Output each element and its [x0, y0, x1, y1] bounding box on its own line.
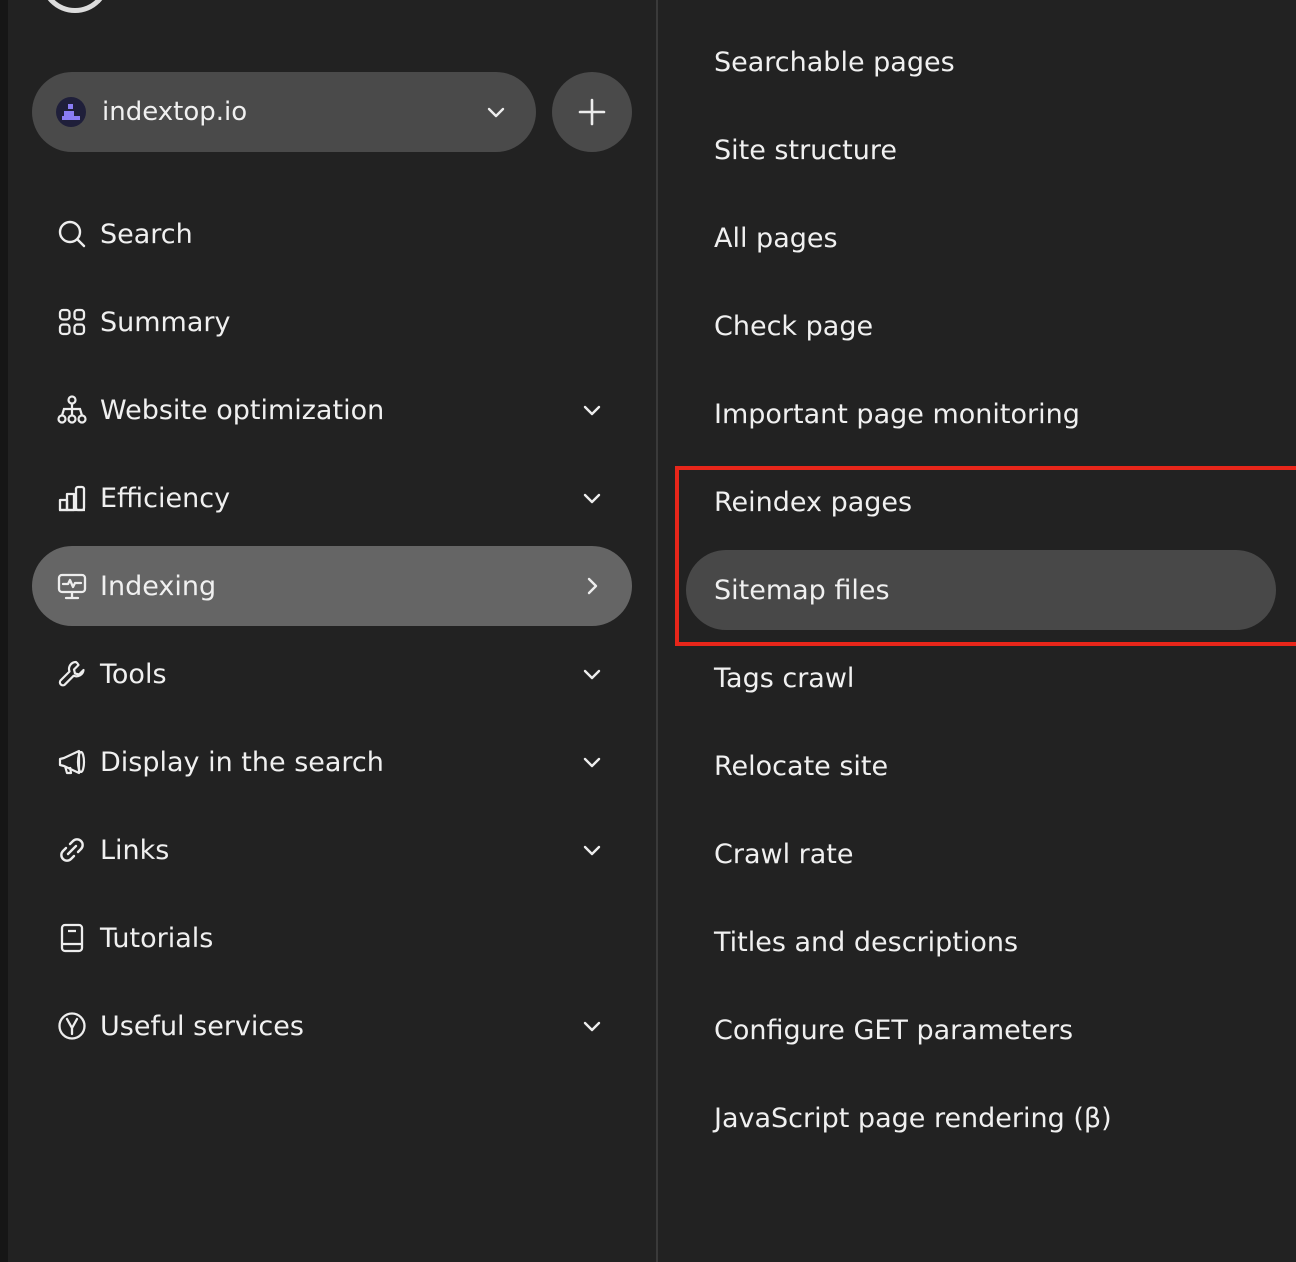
submenu-item-searchable-pages[interactable]: Searchable pages: [686, 22, 1276, 102]
submenu-item-label: Reindex pages: [714, 486, 913, 518]
sidebar-item-label: Indexing: [100, 570, 217, 602]
sidebar-item-search[interactable]: Search: [32, 194, 632, 274]
submenu-item-label: Check page: [714, 310, 874, 342]
chevron-down-icon: [484, 100, 508, 124]
submenu-item-label: Configure GET parameters: [714, 1014, 1074, 1046]
megaphone-icon: [56, 746, 88, 778]
submenu-item-label: All pages: [714, 222, 838, 254]
submenu-item-label: Titles and descriptions: [714, 926, 1019, 958]
book-icon: [56, 922, 88, 954]
sidebar-item-label: Useful services: [100, 1010, 304, 1042]
chevron-down-icon: [580, 486, 604, 510]
sidebar-item-tools[interactable]: Tools: [32, 634, 632, 714]
submenu-item-tags-crawl[interactable]: Tags crawl: [686, 638, 1276, 718]
submenu-item-sitemap-files[interactable]: Sitemap files: [686, 550, 1276, 630]
submenu-item-configure-get-parameters[interactable]: Configure GET parameters: [686, 990, 1276, 1070]
submenu-item-label: Sitemap files: [714, 574, 890, 606]
submenu-item-label: JavaScript page rendering (β): [714, 1102, 1112, 1134]
sidebar-item-label: Efficiency: [100, 482, 231, 514]
submenu-item-reindex-pages[interactable]: Reindex pages: [686, 462, 1276, 542]
grid-icon: [56, 306, 88, 338]
site-favicon-icon: [56, 97, 86, 127]
chevron-down-icon: [580, 1014, 604, 1038]
sidebar-item-label: Links: [100, 834, 170, 866]
sidebar-item-label: Tools: [100, 658, 167, 690]
submenu-item-check-page[interactable]: Check page: [686, 286, 1276, 366]
sidebar-item-indexing[interactable]: Indexing: [32, 546, 632, 626]
bar-chart-icon: [56, 482, 88, 514]
sidebar: [8, 0, 656, 1262]
submenu-item-label: Relocate site: [714, 750, 889, 782]
submenu-item-crawl-rate[interactable]: Crawl rate: [686, 814, 1276, 894]
submenu-item-important-page-monitoring[interactable]: Important page monitoring: [686, 374, 1276, 454]
monitor-pulse-icon: [56, 570, 88, 602]
sidebar-item-tutorials[interactable]: Tutorials: [32, 898, 632, 978]
submenu-item-all-pages[interactable]: All pages: [686, 198, 1276, 278]
chevron-down-icon: [580, 838, 604, 862]
sidebar-item-website-optimization[interactable]: Website optimization: [32, 370, 632, 450]
sidebar-item-efficiency[interactable]: Efficiency: [32, 458, 632, 538]
sidebar-item-label: Website optimization: [100, 394, 385, 426]
submenu-item-label: Tags crawl: [714, 662, 855, 694]
wrench-icon: [56, 658, 88, 690]
sidebar-item-label: Search: [100, 218, 193, 250]
site-name: indextop.io: [102, 97, 248, 127]
plus-icon: [577, 97, 607, 127]
chevron-down-icon: [580, 398, 604, 422]
sidebar-item-links[interactable]: Links: [32, 810, 632, 890]
chevron-down-icon: [580, 750, 604, 774]
sidebar-item-display-in-search[interactable]: Display in the search: [32, 722, 632, 802]
submenu-item-titles-and-descriptions[interactable]: Titles and descriptions: [686, 902, 1276, 982]
submenu-item-relocate-site[interactable]: Relocate site: [686, 726, 1276, 806]
window-edge: [0, 0, 8, 1262]
sitemap-icon: [56, 394, 88, 426]
sidebar-item-useful-services[interactable]: Useful services: [32, 986, 632, 1066]
submenu-item-label: Site structure: [714, 134, 897, 166]
add-site-button[interactable]: [552, 72, 632, 152]
chevron-down-icon: [580, 662, 604, 686]
submenu-item-label: Searchable pages: [714, 46, 955, 78]
submenu-item-javascript-page-rendering[interactable]: JavaScript page rendering (β): [686, 1078, 1276, 1158]
site-selector[interactable]: indextop.io: [32, 72, 536, 152]
sidebar-item-summary[interactable]: Summary: [32, 282, 632, 362]
search-icon: [56, 218, 88, 250]
yandex-circle-icon: [56, 1010, 88, 1042]
sidebar-item-label: Summary: [100, 306, 231, 338]
link-icon: [56, 834, 88, 866]
sidebar-item-label: Display in the search: [100, 746, 384, 778]
submenu-item-label: Important page monitoring: [714, 398, 1080, 430]
submenu-item-site-structure[interactable]: Site structure: [686, 110, 1276, 190]
chevron-right-icon: [580, 574, 604, 598]
submenu-item-label: Crawl rate: [714, 838, 854, 870]
sidebar-item-label: Tutorials: [100, 922, 214, 954]
